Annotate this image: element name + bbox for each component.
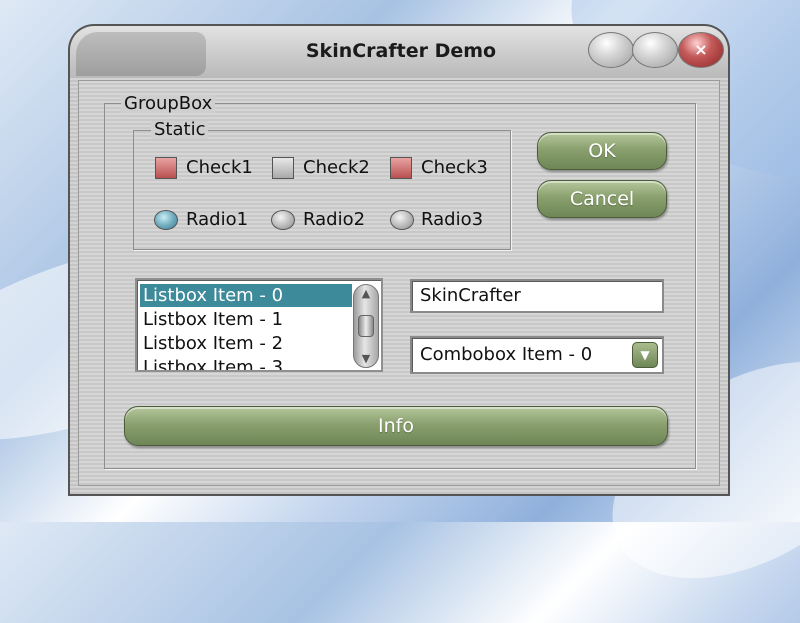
check3-label[interactable]: Check3 (421, 157, 488, 178)
static-group-caption: Static (151, 121, 209, 139)
radio3-radio[interactable] (390, 210, 414, 230)
cancel-button[interactable]: Cancel (537, 180, 667, 218)
list-item[interactable]: Listbox Item - 1 (140, 308, 352, 331)
info-button[interactable]: Info (124, 406, 668, 446)
listbox-scrollbar[interactable]: ▲ ▼ (353, 284, 379, 368)
chevron-down-icon[interactable]: ▼ (632, 342, 658, 368)
maximize-button[interactable] (632, 32, 678, 68)
check3-checkbox[interactable] (390, 157, 412, 179)
scroll-thumb[interactable] (358, 315, 374, 337)
text-input[interactable]: SkinCrafter (410, 279, 664, 313)
check1-checkbox[interactable] (155, 157, 177, 179)
close-icon: × (694, 40, 708, 59)
listbox[interactable]: Listbox Item - 0 Listbox Item - 1 Listbo… (135, 278, 383, 372)
static-group-frame (133, 130, 511, 250)
radio1-radio[interactable] (154, 210, 178, 230)
list-item[interactable]: Listbox Item - 3 (140, 356, 352, 370)
minimize-button[interactable] (588, 32, 634, 68)
combobox-value: Combobox Item - 0 (420, 344, 593, 365)
groupbox-caption: GroupBox (121, 95, 216, 113)
radio1-label[interactable]: Radio1 (186, 209, 248, 230)
check2-label[interactable]: Check2 (303, 157, 370, 178)
ok-button[interactable]: OK (537, 132, 667, 170)
radio3-label[interactable]: Radio3 (421, 209, 483, 230)
combobox[interactable]: Combobox Item - 0 ▼ (410, 336, 664, 374)
scroll-down-icon[interactable]: ▼ (354, 352, 378, 365)
close-button[interactable]: × (678, 32, 724, 68)
check2-checkbox[interactable] (272, 157, 294, 179)
radio2-label[interactable]: Radio2 (303, 209, 365, 230)
list-item[interactable]: Listbox Item - 2 (140, 332, 352, 355)
scroll-up-icon[interactable]: ▲ (354, 287, 378, 300)
list-item[interactable]: Listbox Item - 0 (140, 284, 352, 307)
radio2-radio[interactable] (271, 210, 295, 230)
title-bar[interactable]: SkinCrafter Demo × (68, 24, 730, 80)
check1-label[interactable]: Check1 (186, 157, 253, 178)
